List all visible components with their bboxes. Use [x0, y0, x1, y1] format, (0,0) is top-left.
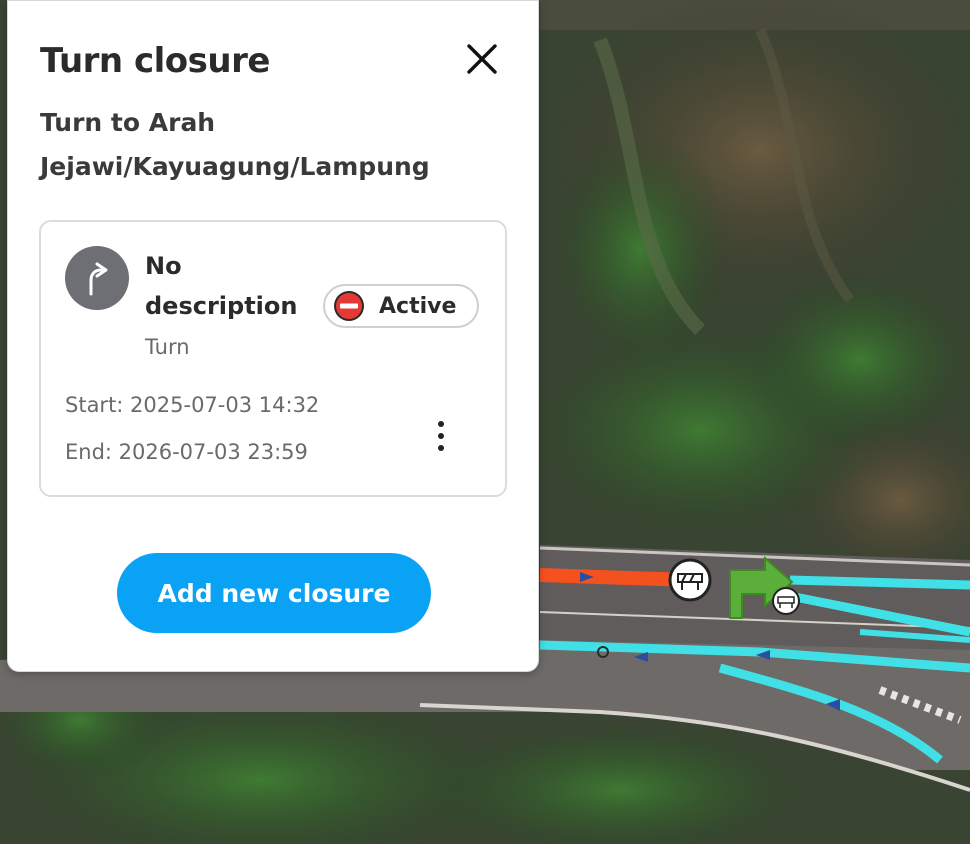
no-entry-icon	[334, 291, 364, 321]
end-time: End: 2026-07-03 23:59	[65, 440, 308, 464]
more-vertical-icon	[438, 421, 444, 427]
close-button[interactable]	[460, 37, 504, 81]
start-time: Start: 2025-07-03 14:32	[65, 393, 320, 417]
closure-card: No description Turn Active Start: 2025-0…	[39, 220, 507, 497]
closure-type: Turn	[145, 335, 190, 359]
more-options-button[interactable]	[429, 414, 453, 458]
road-highlight[interactable]	[789, 575, 970, 590]
road-barrier-icon[interactable]	[772, 587, 800, 615]
vegetation	[740, 270, 970, 450]
road-barrier-icon[interactable]	[668, 558, 712, 602]
status-badge[interactable]: Active	[323, 284, 479, 328]
closed-segment[interactable]	[539, 568, 691, 587]
status-label: Active	[379, 293, 457, 319]
vegetation	[550, 130, 730, 370]
turn-right-arrow-icon	[65, 246, 129, 310]
closure-description: No description	[145, 252, 298, 320]
add-new-closure-button[interactable]: Add new closure	[117, 553, 431, 633]
close-icon	[467, 44, 497, 74]
panel-title: Turn closure	[40, 41, 270, 81]
turn-closure-panel: Turn closure Turn to Arah Jejawi/Kayuagu…	[7, 0, 539, 672]
turn-name: Turn to Arah Jejawi/Kayuagung/Lampung	[40, 108, 430, 181]
